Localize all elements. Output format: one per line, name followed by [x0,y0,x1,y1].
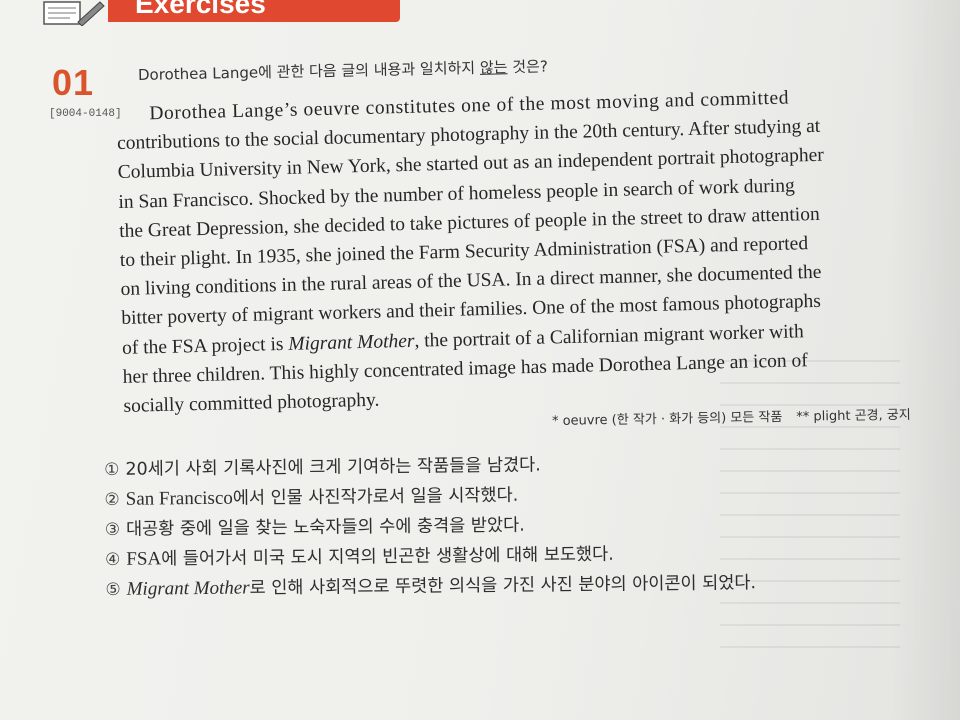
answer-options: ① 20세기 사회 기록사진에 크게 기여하는 작품들을 남겼다. ② San Fr… [104,447,846,605]
question-code: [9004-0148] [49,108,122,120]
option-english-italic: Migrant Mother [126,577,250,600]
textbook-page: Exercises 01 [9004-0148] Dorothea Lange에… [0,0,960,720]
option-text: 로 인해 사회적으로 뚜렷한 의식을 가진 사진 분야의 아이콘이 되었다. [249,573,757,599]
section-title: Exercises [135,0,266,19]
line9-before: of the FSA project is [121,333,289,359]
option-english: FSA [126,548,162,570]
footnote-plight: ** plight 곤경, 궁지 [796,407,911,425]
option-marker: ① [104,459,120,480]
option-english: San Francisco [125,487,233,510]
option-marker: ② [104,489,120,510]
pencil-notepad-icon [43,1,105,26]
question-prompt: Dorothea Lange에 관한 다음 글의 내용과 일치하지 않는 것은? [138,55,548,85]
prompt-before: Dorothea Lange에 관한 다음 글의 내용과 일치하지 [137,58,481,84]
option-marker: ③ [104,519,121,540]
option-text: 20세기 사회 기록사진에 크게 기여하는 작품들을 남겼다. [125,455,541,480]
option-text: 대공황 중에 일을 찾는 노숙자들의 수에 충격을 받았다. [125,515,525,540]
prompt-after: 것은? [507,57,548,77]
question-number: 01 [52,62,95,103]
option-marker: ⑤ [105,579,121,600]
option-text: 에 들어가서 미국 도시 지역의 빈곤한 생활상에 대해 보도했다. [161,544,614,570]
option-text: 에서 인물 사진작가로서 일을 시작했다. [232,485,519,509]
reading-passage: Dorothea Lange’s oeuvre constitutes one … [116,81,914,421]
prompt-underlined: 않는 [479,58,508,77]
photo-title: Migrant Mother [288,330,415,355]
option-marker: ④ [104,549,121,570]
